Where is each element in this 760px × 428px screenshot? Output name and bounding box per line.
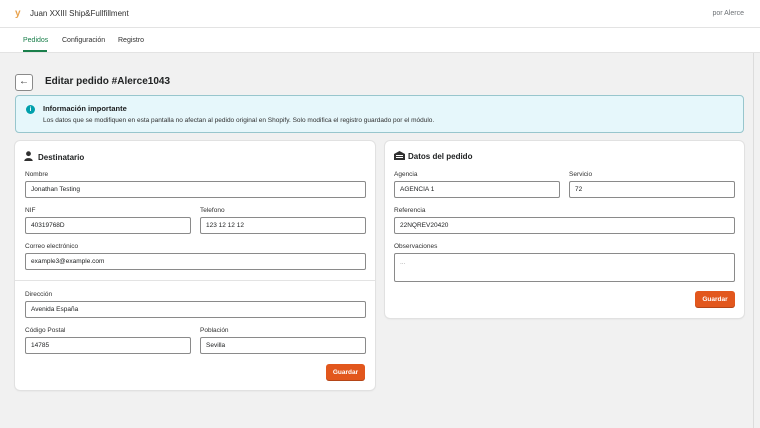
order-card-title: Datos del pedido bbox=[408, 152, 473, 161]
address-label: Dirección bbox=[25, 291, 53, 298]
app-logo-icon: y bbox=[15, 8, 21, 19]
phone-label: Telefono bbox=[200, 207, 225, 214]
email-field[interactable]: example3@example.com bbox=[25, 253, 366, 270]
agency-label: Agencia bbox=[394, 171, 418, 178]
nif-label: NIF bbox=[25, 207, 36, 214]
service-label: Servicio bbox=[569, 171, 593, 178]
info-banner: i Información importante Los datos que s… bbox=[15, 95, 744, 133]
nav-tabs: Pedidos Configuración Registro bbox=[0, 28, 760, 53]
arrow-left-icon: ← bbox=[19, 76, 29, 87]
app-title: Juan XXIII Ship&Fullfillment bbox=[30, 9, 129, 18]
reference-field[interactable]: 22NQREV20420 bbox=[394, 217, 735, 234]
tab-registro[interactable]: Registro bbox=[118, 37, 144, 44]
email-label: Correo electrónico bbox=[25, 243, 79, 250]
postal-code-label: Código Postal bbox=[25, 327, 66, 334]
save-recipient-button[interactable]: Guardar bbox=[326, 364, 365, 381]
recipient-card-header: Destinatario bbox=[24, 151, 84, 163]
info-icon: i bbox=[26, 105, 35, 114]
phone-field[interactable]: 123 12 12 12 bbox=[200, 217, 366, 234]
order-card-header: Datos del pedido bbox=[394, 151, 472, 162]
agency-field[interactable]: AGENCIA 1 bbox=[394, 181, 560, 198]
notes-textarea[interactable]: ... bbox=[394, 253, 735, 282]
warehouse-icon bbox=[394, 151, 405, 162]
recipient-card: Destinatario Nombre Jonathan Testing NIF… bbox=[15, 141, 375, 390]
tab-configuracion[interactable]: Configuración bbox=[62, 37, 105, 44]
notes-label: Observaciones bbox=[394, 243, 438, 250]
page-title: Editar pedido #Alerce1043 bbox=[45, 76, 171, 87]
address-field[interactable]: Avenida España bbox=[25, 301, 366, 318]
page-scrollbar[interactable] bbox=[753, 53, 760, 428]
save-order-button[interactable]: Guardar bbox=[695, 291, 735, 308]
reference-label: Referencia bbox=[394, 207, 426, 214]
recipient-card-title: Destinatario bbox=[38, 153, 85, 162]
banner-title: Información importante bbox=[43, 104, 127, 113]
active-tab-indicator bbox=[23, 50, 47, 52]
name-label: Nombre bbox=[25, 171, 49, 178]
order-card: Datos del pedido Agencia AGENCIA 1 Servi… bbox=[385, 141, 744, 318]
person-icon bbox=[24, 151, 35, 163]
nif-field[interactable]: 40319768D bbox=[25, 217, 191, 234]
app-author: por Alerce bbox=[712, 10, 744, 17]
city-label: Población bbox=[200, 327, 229, 334]
city-field[interactable]: Sevilla bbox=[200, 337, 366, 354]
back-button[interactable]: ← bbox=[15, 74, 33, 91]
section-divider bbox=[15, 280, 375, 281]
app-header: y Juan XXIII Ship&Fullfillment por Alerc… bbox=[0, 0, 760, 28]
name-field[interactable]: Jonathan Testing bbox=[25, 181, 366, 198]
tab-pedidos[interactable]: Pedidos bbox=[23, 37, 48, 44]
banner-text: Los datos que se modifiquen en esta pant… bbox=[43, 117, 435, 124]
service-field[interactable]: 72 bbox=[569, 181, 735, 198]
postal-code-field[interactable]: 14785 bbox=[25, 337, 191, 354]
